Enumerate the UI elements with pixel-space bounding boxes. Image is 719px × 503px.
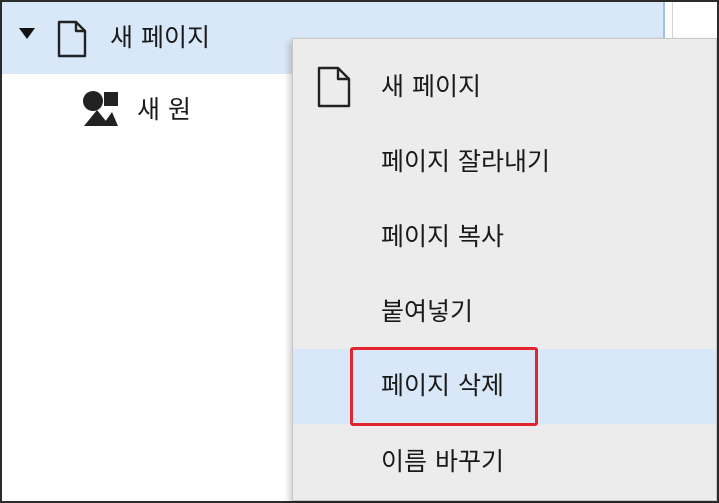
menu-item-label: 이름 바꾸기 xyxy=(381,447,504,476)
shapes-icon xyxy=(82,90,120,132)
menu-item-label: 페이지 잘라내기 xyxy=(381,147,550,176)
menu-item-label: 페이지 복사 xyxy=(381,222,504,251)
menu-item-rename[interactable]: 이름 바꾸기 xyxy=(293,425,716,500)
annotation-highlight-box xyxy=(350,347,538,426)
page-icon xyxy=(317,66,351,112)
context-menu: 새 페이지 페이지 잘라내기 페이지 복사 붙여넣기 페이지 삭제 이름 바꾸기 xyxy=(292,38,717,501)
tree-node-shape[interactable]: 새 원 xyxy=(2,88,302,134)
menu-item-new-page[interactable]: 새 페이지 xyxy=(293,50,716,125)
menu-item-cut-page[interactable]: 페이지 잘라내기 xyxy=(293,125,716,200)
menu-item-label: 붙여넣기 xyxy=(381,297,474,326)
expand-triangle-icon[interactable] xyxy=(19,28,35,39)
menu-item-copy-page[interactable]: 페이지 복사 xyxy=(293,200,716,275)
menu-item-paste[interactable]: 붙여넣기 xyxy=(293,275,716,350)
page-icon xyxy=(57,20,87,62)
tree-node-page-label: 새 페이지 xyxy=(110,23,210,52)
tree-node-shape-label: 새 원 xyxy=(137,95,191,124)
menu-item-label: 새 페이지 xyxy=(381,72,481,101)
